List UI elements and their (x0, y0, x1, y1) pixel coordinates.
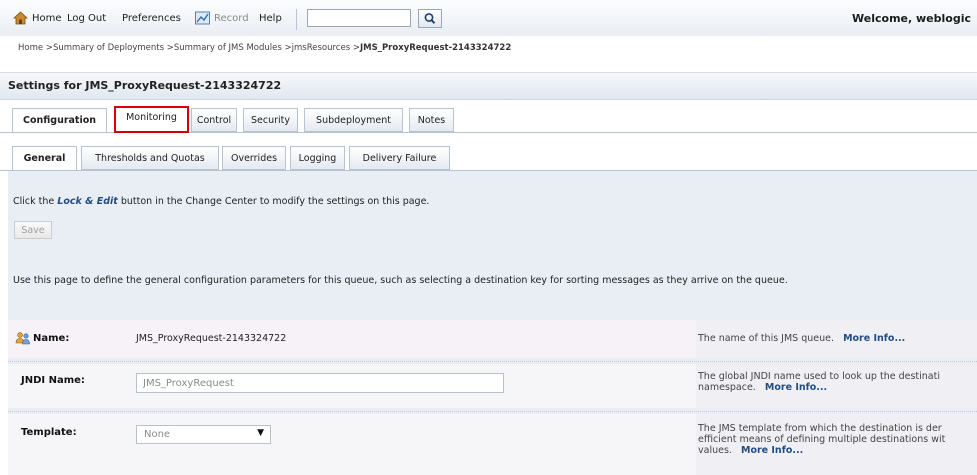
lock-msg-post: button in the Change Center to modify th… (117, 196, 430, 207)
name-help: The name of this JMS queue. More Info... (698, 333, 905, 344)
lock-edit-message: Click the Lock & Edit button in the Chan… (13, 196, 429, 207)
template-help-line3: values. (698, 445, 732, 456)
jndi-help-line2: namespace. (698, 382, 756, 393)
name-value: JMS_ProxyRequest-2143324722 (136, 333, 287, 344)
home-icon[interactable] (13, 11, 28, 25)
jndi-help: The global JNDI name used to look up the… (698, 371, 940, 393)
template-select-value: None (144, 429, 171, 440)
intro-text: Use this page to define the general conf… (13, 275, 788, 286)
chevron-down-icon: ▼ (257, 428, 264, 438)
search-input[interactable] (307, 9, 411, 27)
tab-notes[interactable]: Notes (409, 108, 454, 132)
template-label: Template: (21, 427, 77, 438)
row-divider (8, 411, 977, 412)
record-link[interactable]: Record (214, 12, 249, 26)
page-title: Settings for JMS_ProxyRequest-2143324722 (8, 79, 282, 92)
save-button[interactable]: Save (14, 221, 52, 239)
welcome-text: Welcome, weblogic (852, 12, 971, 25)
tab-configuration[interactable]: Configuration (12, 108, 107, 133)
tab-subdeployment[interactable]: Subdeployment (304, 108, 403, 132)
subtab-thresholds-quotas[interactable]: Thresholds and Quotas (81, 146, 219, 170)
template-help-line1: The JMS template from which the destinat… (698, 423, 942, 434)
preferences-link[interactable]: Preferences (122, 12, 181, 26)
home-link[interactable]: Home (32, 12, 62, 26)
tab-monitoring[interactable]: Monitoring (114, 106, 189, 133)
template-help: The JMS template from which the destinat… (698, 423, 945, 456)
row-divider (8, 361, 977, 362)
name-more-info-link[interactable]: More Info... (843, 333, 905, 344)
toolbar-divider (296, 9, 297, 30)
lock-edit-emphasis: Lock & Edit (57, 196, 118, 207)
search-icon (424, 13, 436, 24)
template-select[interactable]: None ▼ (136, 425, 271, 444)
subtab-logging[interactable]: Logging (290, 146, 345, 170)
subtab-general[interactable]: General (12, 146, 77, 171)
tab-control[interactable]: Control (191, 108, 237, 132)
jndi-name-field[interactable] (136, 373, 504, 393)
template-help-line3-wrap: values. More Info... (698, 445, 945, 456)
jndi-help-line2-wrap: namespace. More Info... (698, 382, 940, 393)
record-icon (195, 11, 210, 25)
breadcrumb-summary-jms-modules[interactable]: Summary of JMS Modules (174, 43, 282, 53)
logout-link[interactable]: Log Out (67, 12, 106, 26)
name-label: Name: (33, 333, 70, 344)
subtab-overrides[interactable]: Overrides (222, 146, 286, 170)
top-toolbar: Home Log Out Preferences Record Help Wel… (0, 0, 977, 36)
breadcrumb-home[interactable]: Home (18, 43, 43, 53)
template-more-info-link[interactable]: More Info... (741, 445, 803, 456)
name-help-text: The name of this JMS queue. (698, 333, 835, 344)
breadcrumb: Home >Summary of Deployments >Summary of… (18, 43, 512, 53)
lock-msg-pre: Click the (13, 196, 58, 207)
jndi-help-line1: The global JNDI name used to look up the… (698, 371, 940, 382)
settings-header: Settings for JMS_ProxyRequest-2143324722 (0, 72, 977, 100)
tab-security[interactable]: Security (243, 108, 298, 132)
breadcrumb-summary-deployments[interactable]: Summary of Deployments (53, 43, 164, 53)
subtab-delivery-failure[interactable]: Delivery Failure (349, 146, 450, 170)
breadcrumb-jms-resources[interactable]: jmsResources (292, 43, 350, 53)
search-button[interactable] (418, 9, 442, 28)
template-help-line2: efficient means of defining multiple des… (698, 434, 946, 445)
breadcrumb-current: JMS_ProxyRequest-2143324722 (359, 43, 512, 53)
help-link[interactable]: Help (259, 12, 282, 26)
jndi-more-info-link[interactable]: More Info... (765, 382, 827, 393)
jndi-label: JNDI Name: (21, 375, 85, 386)
info-users-icon (15, 332, 30, 345)
